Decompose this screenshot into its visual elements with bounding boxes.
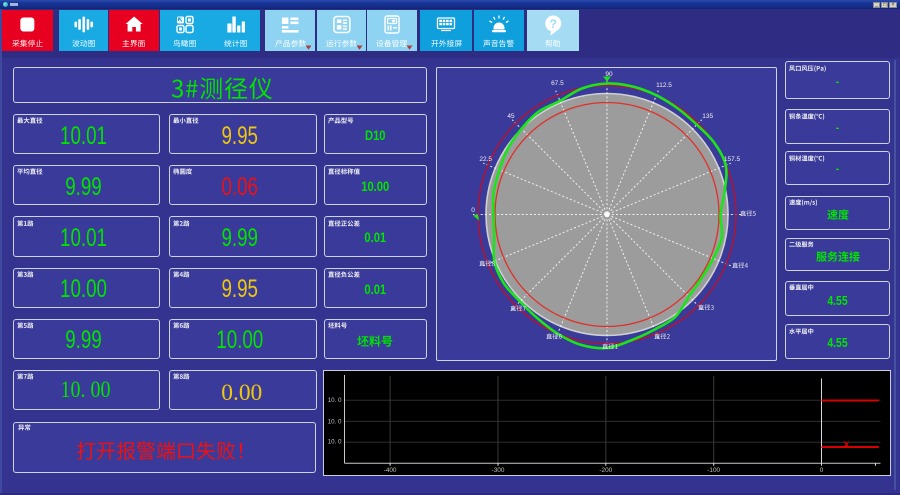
svg-text:?: ? xyxy=(549,17,556,31)
svg-text:10. 0: 10. 0 xyxy=(327,418,341,425)
svg-text:-200: -200 xyxy=(599,467,612,474)
svg-text:-300: -300 xyxy=(491,467,504,474)
svg-text:10. 0: 10. 0 xyxy=(327,439,341,446)
svg-text:-100: -100 xyxy=(707,467,720,474)
svg-text:10. 0: 10. 0 xyxy=(327,397,341,404)
svg-text:-400: -400 xyxy=(383,467,396,474)
svg-text:0: 0 xyxy=(819,467,823,474)
